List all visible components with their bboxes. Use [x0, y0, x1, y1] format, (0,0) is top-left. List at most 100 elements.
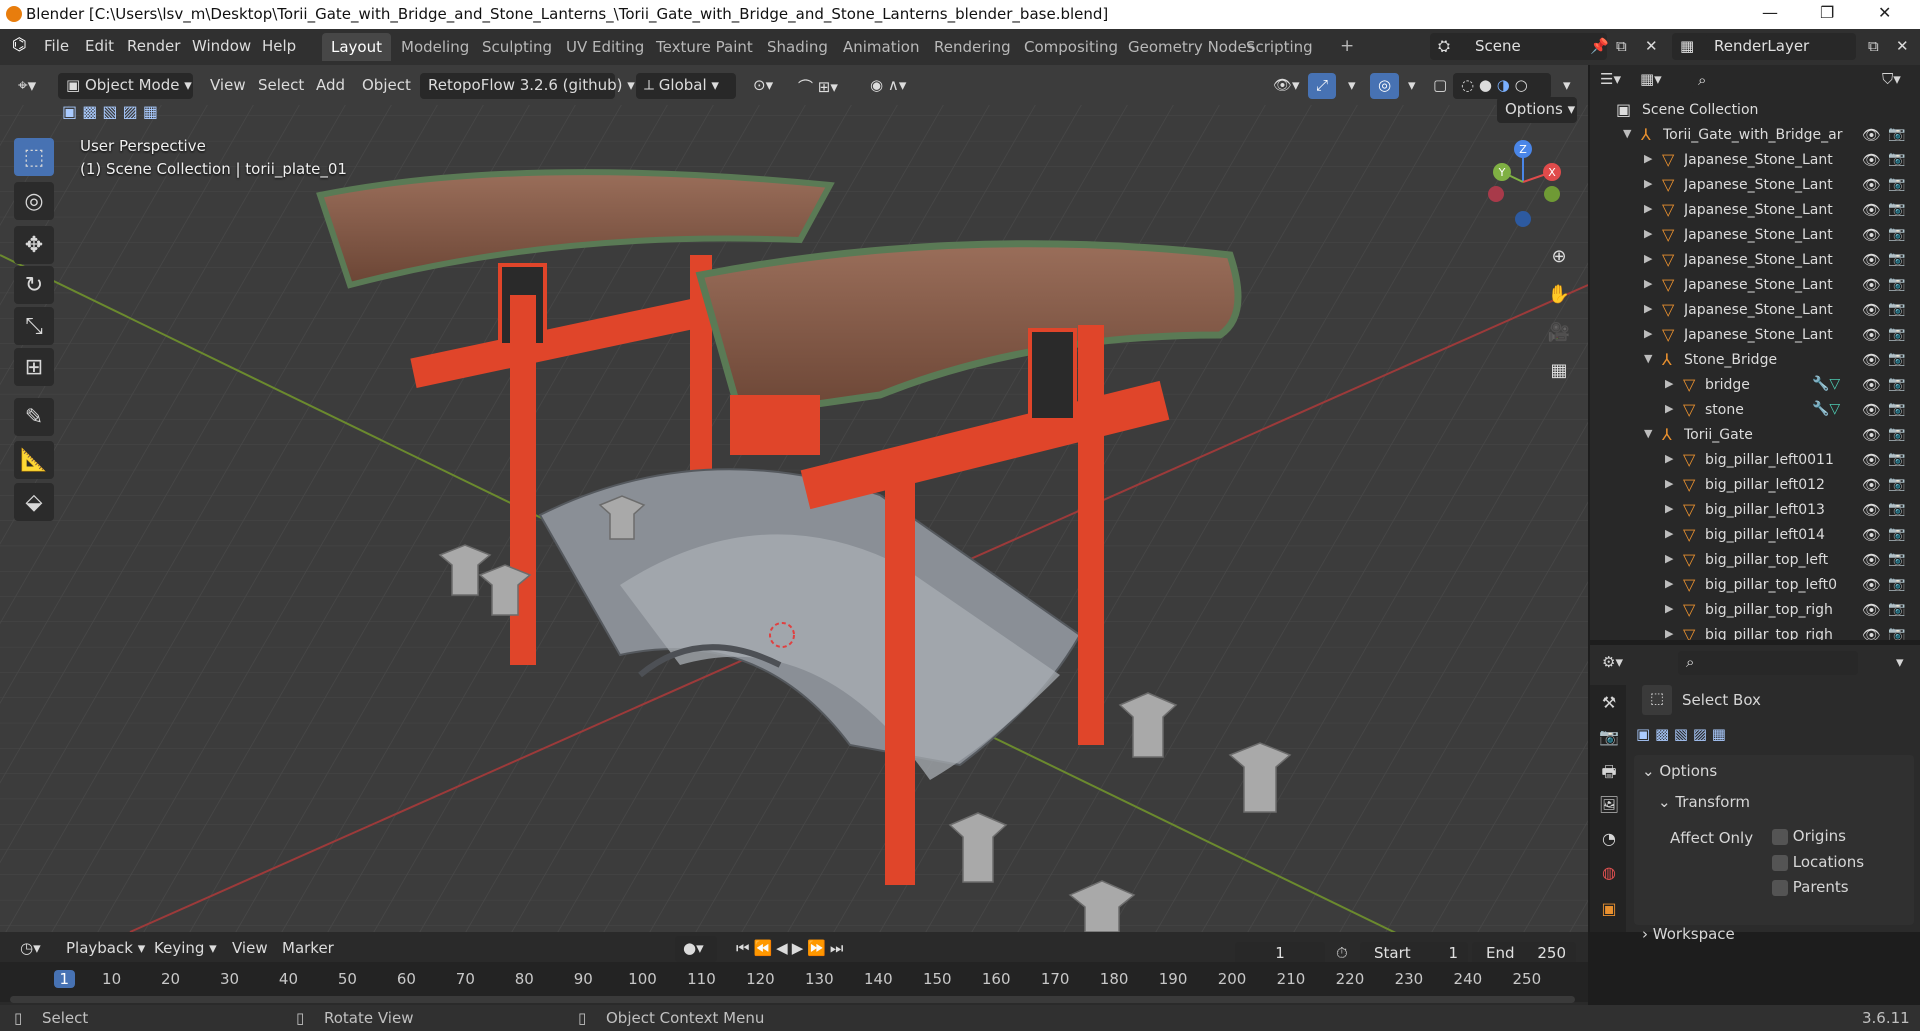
outliner-row[interactable]: ▶ ▽ Japanese_Stone_Lant 👁 📷	[1590, 298, 1920, 323]
tab-modeling[interactable]: Modeling	[392, 33, 478, 61]
timeline[interactable]: ◷▾ Playback ▾ Keying ▾ View Marker ●▾ ⏮⏪…	[0, 932, 1588, 1012]
outliner-row[interactable]: ▶ ▽ Japanese_Stone_Lant 👁 📷	[1590, 248, 1920, 273]
outliner-row[interactable]: ▶ ▽ big_pillar_left012 👁 📷	[1590, 473, 1920, 498]
outliner-row[interactable]: ▶ ▽ Japanese_Stone_Lant 👁 📷	[1590, 173, 1920, 198]
workspace-panel-header[interactable]: › Workspace	[1642, 925, 1735, 943]
ortho-grid-icon[interactable]: ▦	[1543, 354, 1575, 386]
playback-controls[interactable]: ⏮⏪◀▶⏩⏭	[728, 936, 855, 962]
outliner-editor-icon[interactable]: ☰▾	[1600, 70, 1621, 88]
gizmo-toggle-icon[interactable]: ⤢	[1308, 73, 1337, 99]
move-tool[interactable]: ✥	[14, 226, 54, 264]
view-layer-field[interactable]: RenderLayer	[1706, 33, 1856, 60]
outliner-row[interactable]: ▶ ▽ big_pillar_left013 👁 📷	[1590, 498, 1920, 523]
select-mode-icons[interactable]: ▣ ▩ ▧ ▨ ▦	[1636, 725, 1726, 743]
cursor-tool[interactable]: ◎	[14, 182, 54, 220]
navigation-gizmo[interactable]: Z X Y	[1478, 137, 1568, 227]
menu-object[interactable]: Object	[354, 73, 419, 99]
add-cube-tool[interactable]: ⬙	[14, 483, 54, 521]
proportional-edit-icon[interactable]: ◉ ∧▾	[862, 73, 914, 99]
render-tab-icon[interactable]: 📷	[1598, 727, 1620, 749]
expand-arrow-icon[interactable]: ▶	[1665, 402, 1673, 415]
menu-select[interactable]: Select	[250, 73, 312, 99]
render-camera-icon[interactable]: 📷	[1888, 626, 1905, 640]
render-camera-icon[interactable]: 📷	[1888, 401, 1905, 417]
expand-arrow-icon[interactable]: ▶	[1665, 552, 1673, 565]
menu-add[interactable]: Add	[308, 73, 353, 99]
visibility-eye-icon[interactable]: 👁	[1862, 501, 1881, 519]
shading-dropdown-icon[interactable]: ▾	[1555, 73, 1579, 99]
new-scene-icon[interactable]: ⧉	[1616, 37, 1627, 55]
maximize-button[interactable]: ❐	[1820, 3, 1834, 22]
output-tab-icon[interactable]: 🖶	[1598, 761, 1620, 783]
locations-checkbox[interactable]: Locations	[1772, 853, 1864, 871]
expand-arrow-icon[interactable]: ▶	[1665, 377, 1673, 390]
render-camera-icon[interactable]: 📷	[1888, 526, 1905, 542]
object-tab-icon[interactable]: ▣	[1598, 899, 1620, 921]
render-camera-icon[interactable]: 📷	[1888, 176, 1905, 192]
visibility-eye-icon[interactable]: 👁	[1862, 576, 1881, 594]
render-camera-icon[interactable]: 📷	[1888, 476, 1905, 492]
outliner-row[interactable]: ▼ ⅄ Torii_Gate 👁 📷	[1590, 423, 1920, 448]
visibility-eye-icon[interactable]: 👁	[1862, 126, 1881, 144]
blender-menu-icon[interactable]: ⌬	[12, 35, 27, 55]
menu-file[interactable]: File	[44, 37, 69, 55]
mode-dropdown[interactable]: ▣ Object Mode ▾	[58, 73, 193, 99]
filter-icon[interactable]: ⛉▾	[1882, 70, 1901, 88]
outliner-row[interactable]: ▼ ⅄ Torii_Gate_with_Bridge_ar 👁 📷	[1590, 123, 1920, 148]
select-mode-icons[interactable]: ▣ ▩ ▧ ▨ ▦	[54, 99, 166, 125]
render-camera-icon[interactable]: 📷	[1888, 551, 1905, 567]
render-camera-icon[interactable]: 📷	[1888, 226, 1905, 242]
expand-arrow-icon[interactable]: ▶	[1665, 602, 1673, 615]
expand-arrow-icon[interactable]: ▶	[1665, 452, 1673, 465]
minimize-button[interactable]: —	[1762, 3, 1778, 22]
menu-timeline-view[interactable]: View	[224, 936, 276, 962]
visibility-eye-icon[interactable]: 👁	[1862, 451, 1881, 469]
pin-scene-icon[interactable]: 📌	[1590, 37, 1609, 55]
scale-tool[interactable]: ⤡	[14, 307, 54, 345]
camera-view-icon[interactable]: 🎥	[1543, 316, 1575, 348]
tab-sculpting[interactable]: Sculpting	[473, 33, 561, 61]
outliner[interactable]: ☰▾ ▦▾ ⌕ ⛉▾ ▣ Scene Collection ▼ ⅄ Torii_Ga…	[1590, 65, 1920, 640]
modifier-mesh-data-icon[interactable]: 🔧▽	[1812, 401, 1840, 417]
expand-arrow-icon[interactable]: ▶	[1665, 477, 1673, 490]
outliner-row[interactable]: ▶ ▽ Japanese_Stone_Lant 👁 📷	[1590, 323, 1920, 348]
collapse-arrow-icon[interactable]: ▼	[1623, 127, 1631, 140]
visibility-eye-icon[interactable]: 👁	[1862, 326, 1881, 344]
display-mode-icon[interactable]: ▦▾	[1640, 70, 1662, 88]
outliner-row[interactable]: ▶ ▽ Japanese_Stone_Lant 👁 📷	[1590, 273, 1920, 298]
tab-layout[interactable]: Layout	[322, 33, 391, 61]
overlays-dropdown-icon[interactable]: ▾	[1400, 73, 1424, 99]
outliner-row[interactable]: ▶ ▽ bridge 🔧▽ 👁 📷	[1590, 373, 1920, 398]
scene-name-field[interactable]: Scene	[1467, 33, 1607, 60]
scene-tab-icon[interactable]: ◔	[1598, 829, 1620, 851]
expand-arrow-icon[interactable]: ▶	[1644, 177, 1652, 190]
pivot-icon[interactable]: ⊙▾	[745, 73, 781, 99]
annotate-tool[interactable]: ✎	[14, 398, 54, 436]
expand-arrow-icon[interactable]: ▶	[1665, 502, 1673, 515]
menu-marker[interactable]: Marker	[274, 936, 342, 962]
visibility-eye-icon[interactable]: 👁	[1862, 426, 1881, 444]
visibility-icon[interactable]: 👁▾	[1265, 73, 1308, 99]
menu-keying[interactable]: Keying ▾	[146, 936, 225, 962]
properties-editor[interactable]: ⚙▾ ⌕ ▾ ⚒ 📷 🖶 🖼 ◔ ◍ ▣ ⬚ Select Box ▣ ▩ ▧ …	[1590, 645, 1920, 943]
outliner-row[interactable]: ▶ ▽ big_pillar_left0011 👁 📷	[1590, 448, 1920, 473]
transform-tool[interactable]: ⊞	[14, 348, 54, 386]
outliner-row[interactable]: ▶ ▽ big_pillar_left014 👁 📷	[1590, 523, 1920, 548]
outliner-row[interactable]: ▶ ▽ stone 🔧▽ 👁 📷	[1590, 398, 1920, 423]
expand-arrow-icon[interactable]: ▶	[1644, 152, 1652, 165]
properties-search-input[interactable]: ⌕	[1678, 651, 1858, 675]
render-camera-icon[interactable]: 📷	[1888, 376, 1905, 392]
expand-arrow-icon[interactable]: ▶	[1665, 577, 1673, 590]
properties-editor-icon[interactable]: ⚙▾	[1602, 653, 1623, 671]
tab-rendering[interactable]: Rendering	[925, 33, 1020, 61]
outliner-row[interactable]: ▶ ▽ Japanese_Stone_Lant 👁 📷	[1590, 148, 1920, 173]
visibility-eye-icon[interactable]: 👁	[1862, 276, 1881, 294]
orientation-dropdown[interactable]: ⟂ Global ▾	[636, 73, 736, 99]
visibility-eye-icon[interactable]: 👁	[1862, 551, 1881, 569]
overlays-toggle-icon[interactable]: ◎	[1370, 73, 1400, 99]
menu-render[interactable]: Render	[127, 37, 180, 55]
tab-shading[interactable]: Shading	[758, 33, 837, 61]
render-camera-icon[interactable]: 📷	[1888, 576, 1905, 592]
timeline-editor-icon[interactable]: ◷▾	[12, 936, 49, 962]
visibility-eye-icon[interactable]: 👁	[1862, 626, 1881, 640]
